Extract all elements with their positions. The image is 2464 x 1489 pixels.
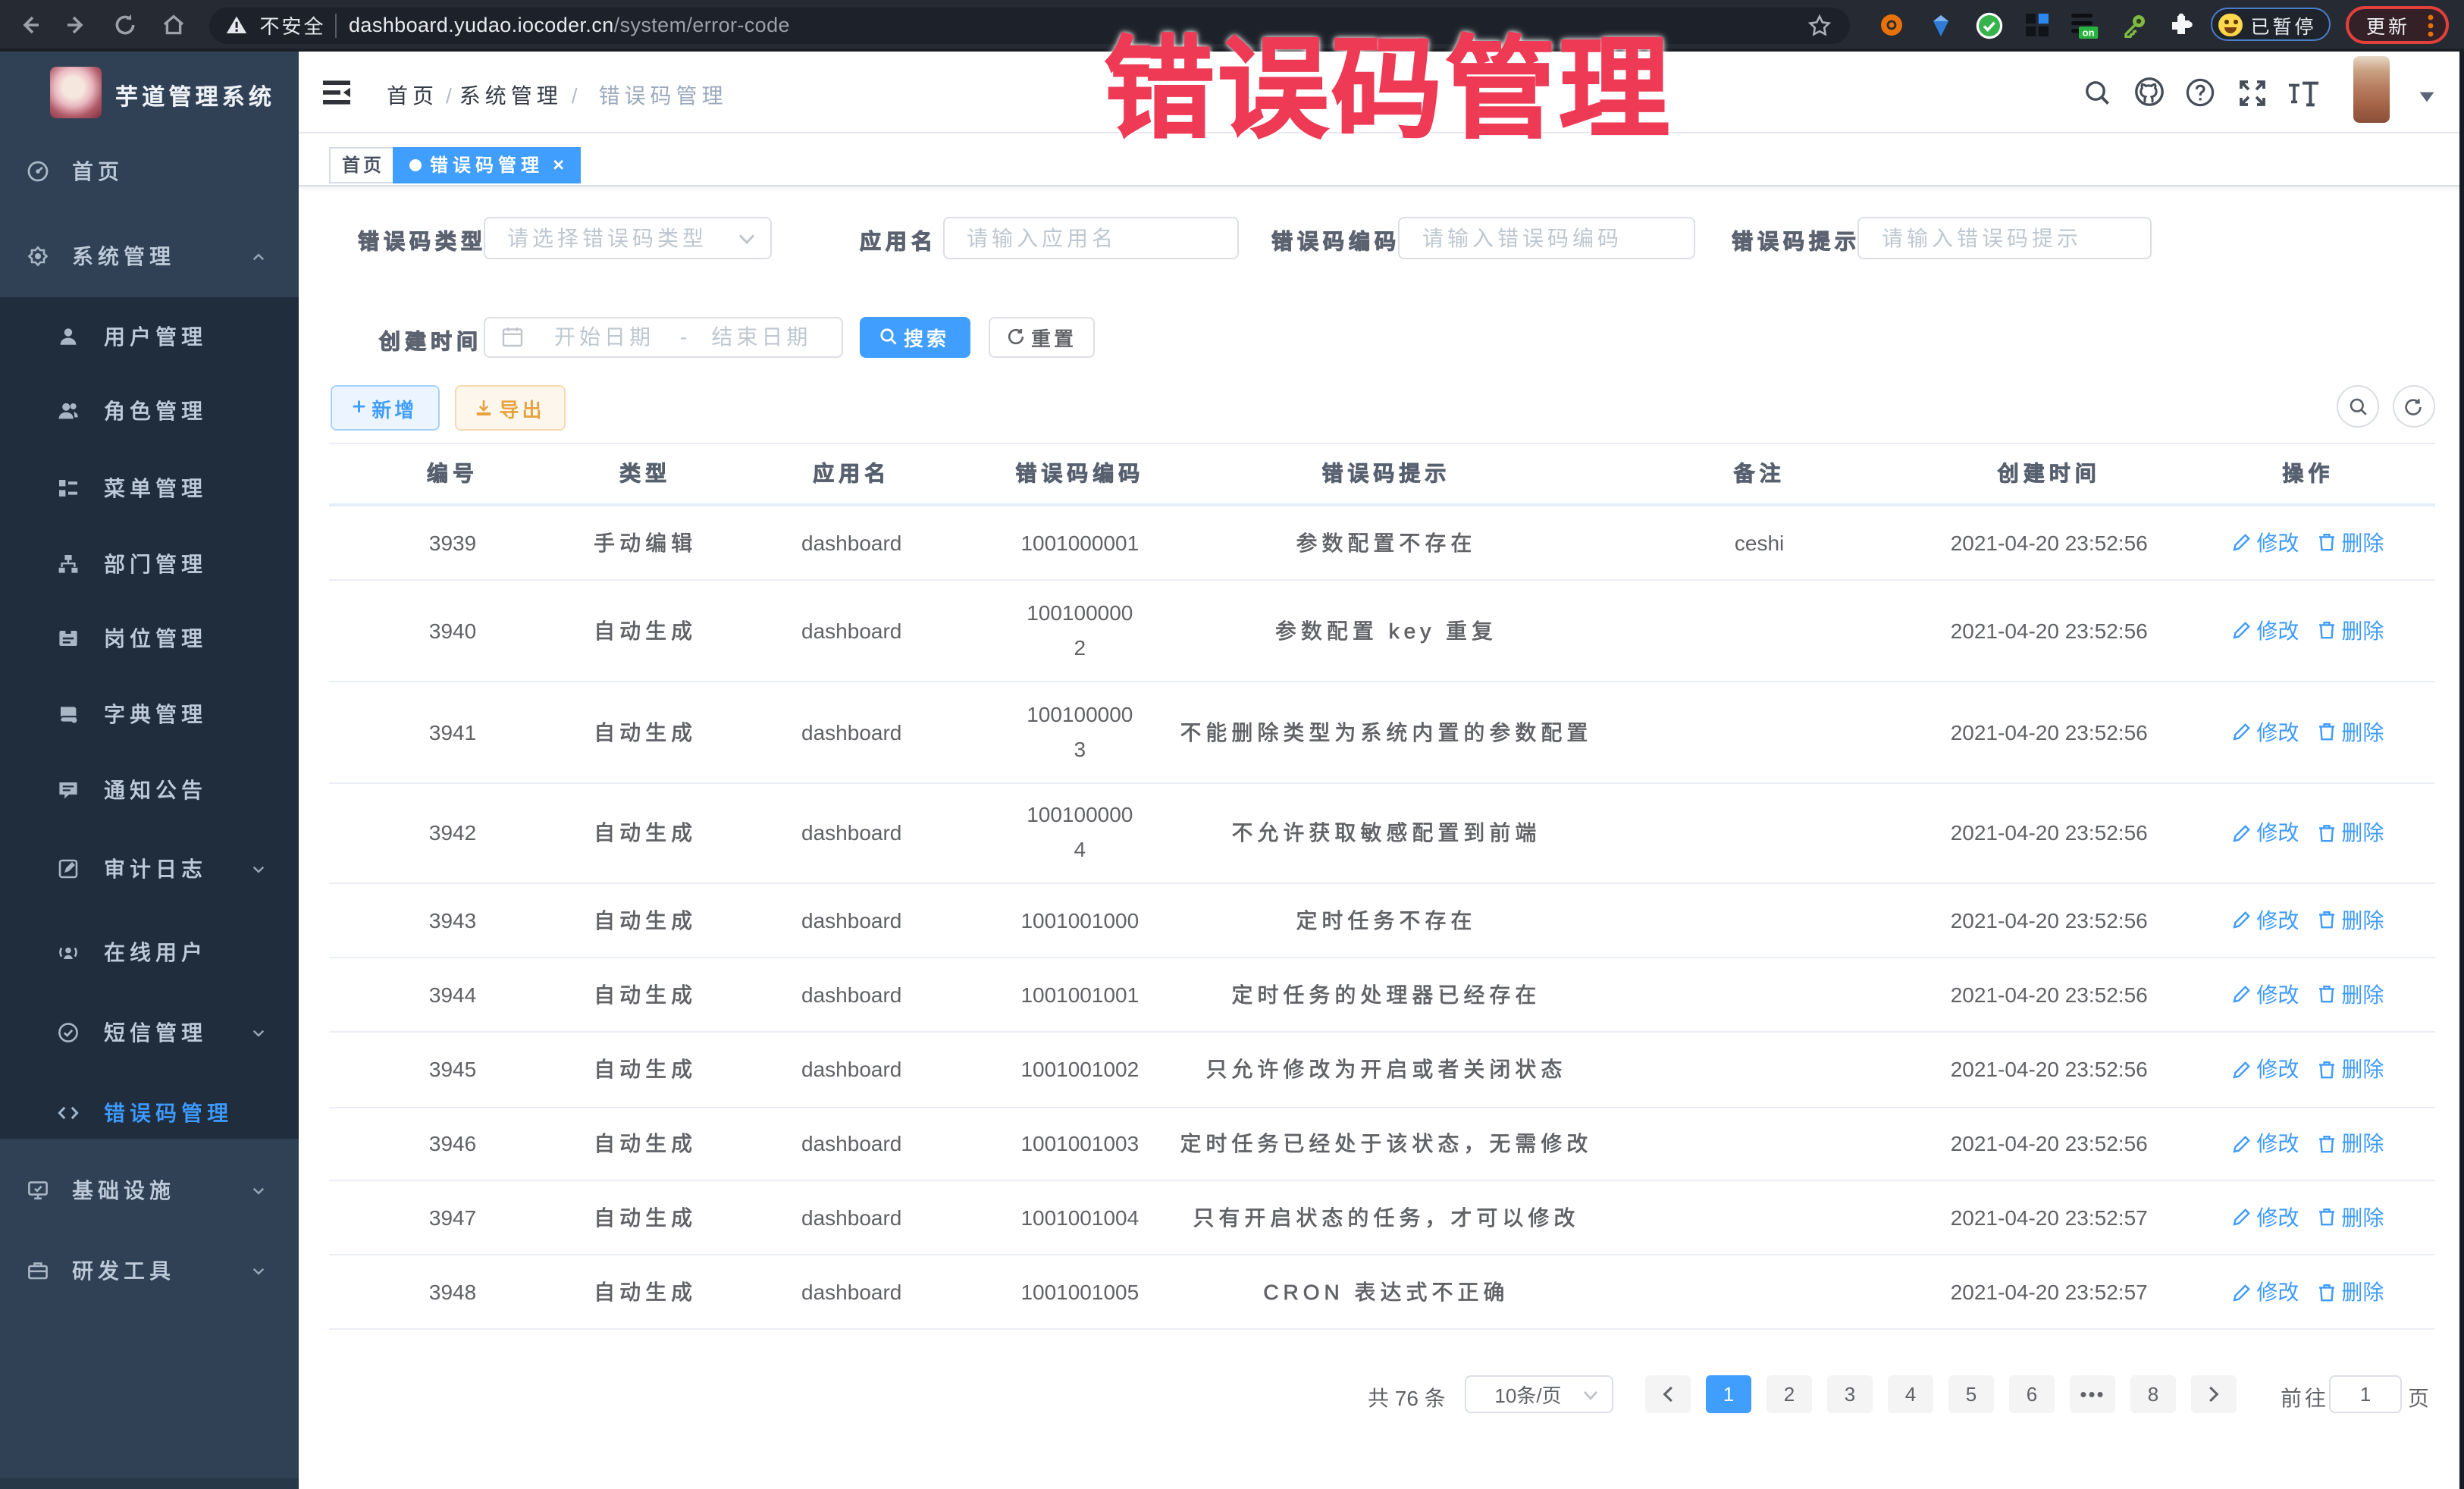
svg-text:on: on (2083, 27, 2095, 39)
